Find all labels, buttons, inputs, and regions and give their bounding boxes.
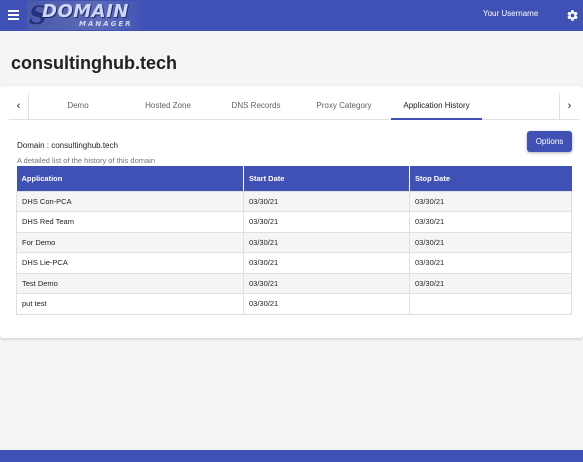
options-button[interactable]: Options xyxy=(527,131,572,152)
table-row[interactable]: DHS Lie-PCA 03/30/21 03/30/21 xyxy=(16,252,572,274)
table-row[interactable]: put test 03/30/21 xyxy=(16,293,572,315)
logo-sub-text: MANAGER xyxy=(79,20,133,28)
column-header-start-date[interactable]: Start Date xyxy=(243,166,410,191)
tab-proxy-category[interactable]: Proxy Category xyxy=(307,93,381,119)
column-header-stop-date[interactable]: Stop Date xyxy=(409,166,572,191)
page-title: consultinghub.tech xyxy=(11,53,177,73)
tab-demo[interactable]: Demo xyxy=(47,93,109,119)
table-header-row: Application Start Date Stop Date xyxy=(16,166,572,191)
start-date-cell: 03/30/21 xyxy=(243,190,410,212)
application-cell: DHS Red Team xyxy=(16,211,244,233)
start-date-cell: 03/30/21 xyxy=(243,231,410,253)
application-cell: DHS Lie-PCA xyxy=(16,252,244,274)
gear-icon[interactable] xyxy=(566,9,579,22)
table-description: A detailed list of the history of this d… xyxy=(17,156,155,165)
tab-hosted-zone[interactable]: Hosted Zone xyxy=(133,93,203,119)
table-row[interactable]: For Demo 03/30/21 03/30/21 xyxy=(16,231,572,253)
tab-bar: ‹ Demo Hosted Zone DNS Records Proxy Cat… xyxy=(9,93,579,120)
table-row[interactable]: Test Demo 03/30/21 03/30/21 xyxy=(16,272,572,294)
application-cell: Test Demo xyxy=(16,272,244,294)
domain-label: Domain : consultinghub.tech xyxy=(17,141,118,150)
footer-bar xyxy=(0,450,583,462)
stop-date-cell: 03/30/21 xyxy=(409,272,572,294)
top-app-bar: S DOMAIN MANAGER Your Username xyxy=(0,0,583,31)
start-date-cell: 03/30/21 xyxy=(243,211,410,233)
application-history-table: Application Start Date Stop Date DHS Con… xyxy=(16,166,572,315)
username-label[interactable]: Your Username xyxy=(483,9,538,18)
column-header-application[interactable]: Application xyxy=(16,166,244,191)
start-date-cell: 03/30/21 xyxy=(243,272,410,294)
start-date-cell: 03/30/21 xyxy=(243,293,410,315)
stop-date-cell: 03/30/21 xyxy=(409,190,572,212)
tab-scroll-right-button[interactable]: › xyxy=(559,93,579,119)
stop-date-cell: 03/30/21 xyxy=(409,252,572,274)
tab-application-history[interactable]: Application History xyxy=(391,93,482,119)
table-row[interactable]: DHS Red Team 03/30/21 03/30/21 xyxy=(16,211,572,233)
application-cell: put test xyxy=(16,293,244,315)
stop-date-cell xyxy=(409,293,572,315)
active-tab-indicator xyxy=(391,118,482,120)
tab-scroll-left-button[interactable]: ‹ xyxy=(9,93,29,119)
hamburger-menu-icon[interactable] xyxy=(8,10,19,20)
domain-manager-logo[interactable]: S DOMAIN MANAGER xyxy=(27,1,147,30)
application-cell: For Demo xyxy=(16,231,244,253)
logo-main-text: DOMAIN xyxy=(42,1,129,22)
application-cell: DHS Con-PCA xyxy=(16,190,244,212)
stop-date-cell: 03/30/21 xyxy=(409,231,572,253)
table-row[interactable]: DHS Con-PCA 03/30/21 03/30/21 xyxy=(16,190,572,212)
tab-dns-records[interactable]: DNS Records xyxy=(223,93,289,119)
start-date-cell: 03/30/21 xyxy=(243,252,410,274)
stop-date-cell: 03/30/21 xyxy=(409,211,572,233)
